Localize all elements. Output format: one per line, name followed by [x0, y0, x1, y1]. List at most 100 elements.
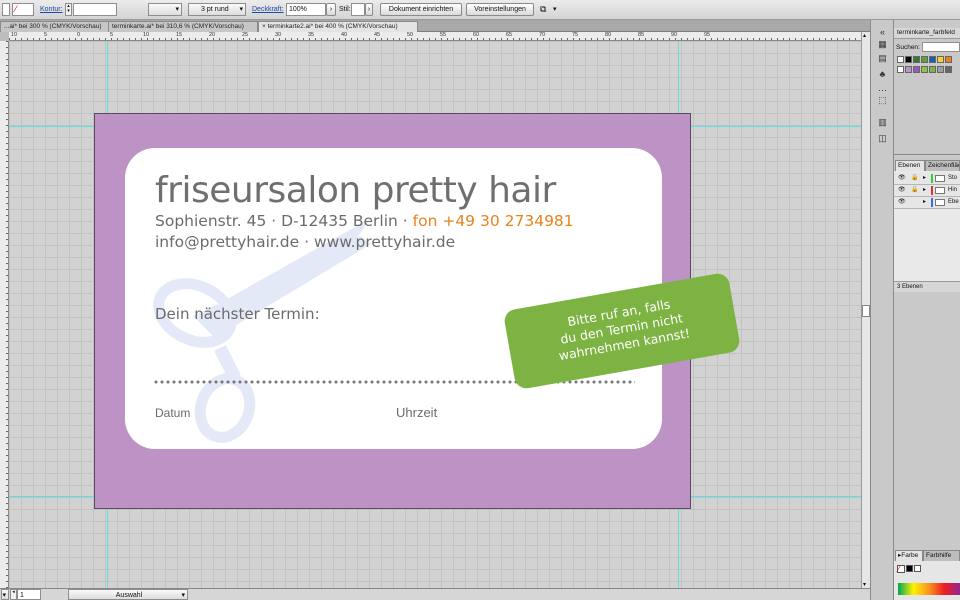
stroke-weight-input[interactable] — [73, 3, 117, 16]
ruler-number: 90 — [671, 32, 678, 38]
layer-name[interactable]: Hin — [948, 185, 957, 196]
ruler-number: 95 — [704, 32, 711, 38]
tab-color-guide[interactable]: Farbhilfe — [923, 550, 960, 561]
panel-icon-strip: « ▦ ▤ ♣ ⋯ ⬚ ▥ ◫ — [870, 20, 894, 600]
pathfinder-icon[interactable]: ◫ — [877, 134, 888, 143]
none-color-icon[interactable]: ⁄ — [897, 565, 905, 574]
eye-icon[interactable]: 👁 — [898, 197, 906, 208]
brush-dropdown[interactable]: 3 pt rund — [188, 3, 246, 16]
transform-box-icon[interactable]: ⬚ — [877, 96, 888, 105]
layer-color-chip — [931, 186, 933, 195]
web-line[interactable]: info@prettyhair.de · www.prettyhair.de — [155, 233, 455, 251]
swatches-libraries-icon[interactable]: ▤ — [877, 54, 888, 63]
opacity-label[interactable]: Deckkraft: — [252, 3, 284, 16]
symbols-icon[interactable]: ♣ — [877, 70, 888, 79]
preferences-button[interactable]: Voreinstellungen — [466, 3, 534, 16]
expand-triangle-icon[interactable]: ▸ — [923, 197, 926, 208]
lock-icon[interactable]: 🔒 — [911, 185, 918, 196]
swatch[interactable] — [905, 56, 912, 63]
stroke-profile-dropdown[interactable] — [148, 3, 182, 16]
eye-icon[interactable]: 👁 — [898, 185, 906, 196]
vertical-ruler[interactable] — [0, 41, 9, 588]
white-color-chip[interactable] — [914, 565, 921, 572]
tab-document-2[interactable]: terminkarte.ai* bei 310,6 % (CMYK/Vorsch… — [108, 21, 258, 32]
next-appointment-label[interactable]: Dein nächster Termin: — [155, 305, 320, 323]
swatch[interactable] — [929, 66, 936, 73]
black-color-chip[interactable] — [906, 565, 913, 572]
ruler-number: 40 — [341, 32, 348, 38]
swatch-search-input[interactable] — [922, 42, 960, 52]
search-label: Suchen: — [896, 44, 920, 51]
opacity-input[interactable]: 100% — [286, 3, 326, 16]
tab-document-3[interactable]: × terminkarte2.ai* bei 400 % (CMYK/Vorsc… — [258, 21, 418, 32]
ruler-number: 80 — [605, 32, 612, 38]
right-panel-dock: terminkarte_farbfeld Suchen: Ebenen Zeic… — [894, 20, 960, 600]
swatch[interactable] — [945, 66, 952, 73]
document-setup-button[interactable]: Dokument einrichten — [380, 3, 462, 16]
stroke-weight-stepper[interactable]: ▴ ▾ — [65, 3, 72, 16]
tab-color[interactable]: ▸Farbe — [895, 550, 923, 561]
style-chevron-icon[interactable]: › — [365, 3, 373, 16]
panel-menu-chevron-icon[interactable]: ▾ — [553, 3, 557, 16]
vertical-scrollbar[interactable]: ▴ ▾ — [861, 32, 870, 588]
color-panel-body: ⁄ — [894, 561, 960, 600]
swatch[interactable] — [937, 56, 944, 63]
ruler-number: 50 — [407, 32, 414, 38]
swatch[interactable] — [897, 66, 904, 73]
swatch[interactable] — [921, 66, 928, 73]
layer-color-chip — [931, 198, 933, 207]
swatch[interactable] — [945, 56, 952, 63]
date-label[interactable]: Datum — [155, 406, 190, 420]
tab-document-3-label: terminkarte2.ai* bei 400 % (CMYK/Vorscha… — [267, 23, 398, 30]
ruler-number: 15 — [176, 32, 183, 38]
scroll-thumb[interactable] — [862, 305, 870, 317]
artboard-number-input[interactable]: 1 — [17, 589, 41, 600]
business-card[interactable]: friseursalon pretty hair Sophienstr. 45 … — [94, 113, 742, 509]
zoom-chevron-icon[interactable] — [1, 589, 9, 600]
scroll-down-icon[interactable]: ▾ — [863, 581, 866, 588]
stroke-color-swatch[interactable]: ⁄ — [12, 3, 34, 16]
collapse-panels-icon[interactable]: « — [877, 28, 888, 37]
layer-name[interactable]: Sto — [948, 173, 957, 184]
layer-row[interactable]: 👁 🔒 ▸ Hin — [894, 185, 960, 197]
tab-layers[interactable]: Ebenen — [895, 160, 925, 171]
brushes-icon[interactable]: ▦ — [877, 40, 888, 49]
swatch[interactable] — [913, 66, 920, 73]
time-label[interactable]: Uhrzeit — [396, 405, 437, 420]
artboard-canvas[interactable]: friseursalon pretty hair Sophienstr. 45 … — [9, 41, 861, 588]
swatch[interactable] — [937, 66, 944, 73]
tab-artboards[interactable]: Zeichenfläche — [925, 160, 960, 171]
transform-icon[interactable]: ⋯ — [877, 86, 888, 95]
salon-name[interactable]: friseursalon pretty hair — [155, 170, 556, 211]
color-spectrum[interactable] — [898, 583, 960, 595]
graphic-style-swatch[interactable] — [351, 3, 365, 16]
scroll-up-icon[interactable]: ▴ — [863, 32, 866, 39]
stroke-label[interactable]: Kontur: — [40, 3, 63, 16]
tab-color-label: Farbe — [901, 552, 919, 559]
address-line[interactable]: Sophienstr. 45 · D-12435 Berlin · fon +4… — [155, 212, 574, 230]
swatch[interactable] — [897, 56, 904, 63]
lock-icon[interactable]: 🔒 — [911, 173, 918, 184]
layer-row[interactable]: 👁 🔒 ▸ Sto — [894, 173, 960, 185]
horizontal-ruler[interactable]: 10 5 0 5 10 15 20 25 30 35 40 45 50 55 6… — [9, 32, 861, 41]
swatch[interactable] — [905, 66, 912, 73]
ruler-number: 45 — [374, 32, 381, 38]
arrange-documents-icon[interactable]: ⧉ — [540, 3, 546, 16]
swatch[interactable] — [921, 56, 928, 63]
layer-thumbnail — [935, 199, 945, 206]
swatches-panel-title[interactable]: terminkarte_farbfeld — [894, 28, 960, 39]
expand-triangle-icon[interactable]: ▸ — [923, 173, 926, 184]
swatch[interactable] — [913, 56, 920, 63]
fill-color-swatch[interactable] — [2, 3, 10, 16]
opacity-chevron-icon[interactable]: › — [326, 3, 336, 16]
layer-row[interactable]: 👁 ▸ Ebe — [894, 197, 960, 209]
expand-triangle-icon[interactable]: ▸ — [923, 185, 926, 196]
ruler-number: 55 — [440, 32, 447, 38]
page-stepper[interactable]: ◂ — [10, 589, 17, 600]
align-icon[interactable]: ▥ — [877, 118, 888, 127]
current-tool-dropdown[interactable]: Auswahl — [68, 589, 188, 600]
ruler-number: 5 — [110, 32, 114, 38]
eye-icon[interactable]: 👁 — [898, 173, 906, 184]
layer-name[interactable]: Ebe — [948, 197, 959, 208]
swatch[interactable] — [929, 56, 936, 63]
